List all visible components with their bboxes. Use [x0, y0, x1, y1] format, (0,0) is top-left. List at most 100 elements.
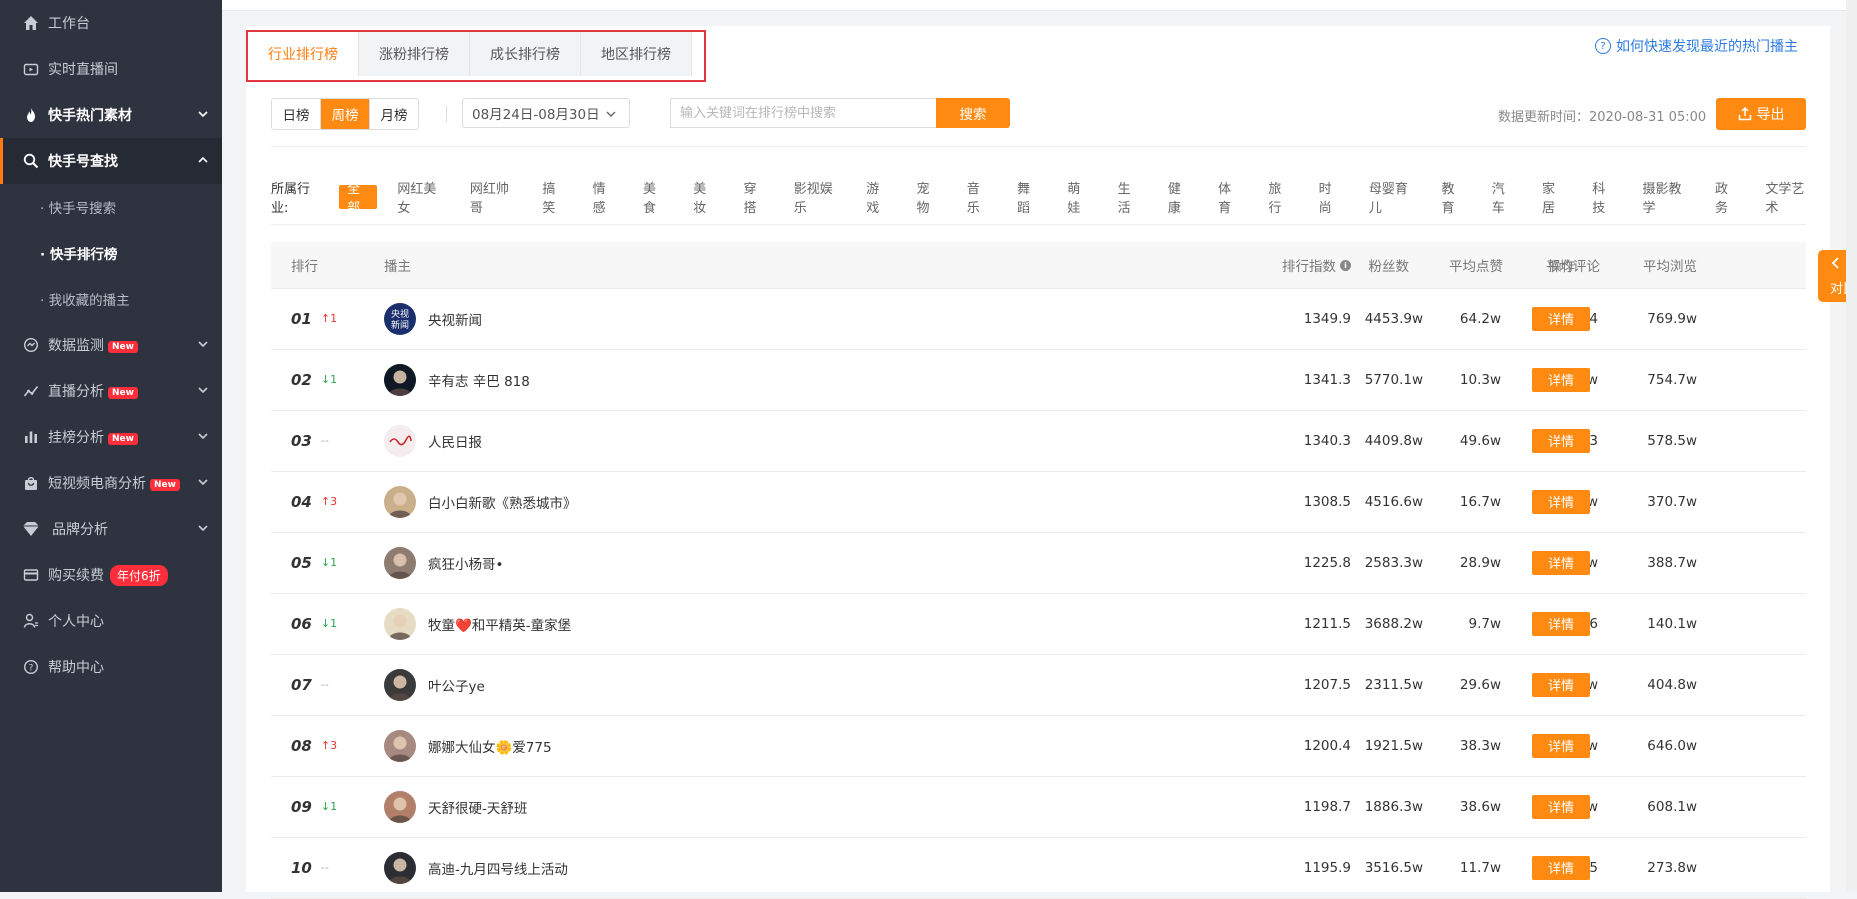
search-input[interactable]	[670, 98, 936, 128]
detail-button[interactable]: 详情	[1532, 428, 1590, 453]
avatar[interactable]: 央视 新闻	[384, 302, 416, 335]
detail-button[interactable]: 详情	[1532, 611, 1590, 636]
avatar[interactable]	[384, 485, 416, 518]
streamer-name[interactable]: 疯狂小杨哥•	[428, 553, 503, 573]
detail-button[interactable]: 详情	[1532, 733, 1590, 758]
sidebar-subitem-favorites[interactable]: · 我收藏的播主	[0, 276, 222, 322]
table-row: 08↑3娜娜大仙女🌼爱7751200.41921.5w38.3w9.3w646.…	[271, 715, 1806, 777]
streamer-cell[interactable]: 白小白新歌《熟悉城市》	[384, 471, 577, 532]
streamer-name[interactable]: 天舒很硬-天舒班	[428, 797, 527, 817]
industry-tag[interactable]: 时尚	[1311, 182, 1349, 216]
streamer-name[interactable]: 人民日报	[428, 431, 482, 451]
industry-tag[interactable]: 旅行	[1260, 182, 1298, 216]
industry-tag[interactable]: 音乐	[959, 182, 997, 216]
monitor-icon	[22, 336, 40, 354]
streamer-cell[interactable]: 娜娜大仙女🌼爱775	[384, 715, 552, 776]
streamer-cell[interactable]: 牧童❤️和平精英-童家堡	[384, 593, 571, 654]
industry-tag[interactable]: 汽车	[1484, 182, 1522, 216]
streamer-cell[interactable]: 高迪-九月四号线上活动	[384, 837, 568, 898]
streamer-cell[interactable]: 叶公子ye	[384, 654, 485, 715]
export-label: 导出	[1756, 107, 1785, 123]
industry-tag[interactable]: 游戏	[858, 182, 896, 216]
streamer-name[interactable]: 白小白新歌《熟悉城市》	[428, 492, 577, 512]
detail-button[interactable]: 详情	[1532, 855, 1590, 880]
tab-fans-growth[interactable]: 涨粉排行榜	[359, 32, 470, 76]
industry-tag[interactable]: 家居	[1534, 182, 1572, 216]
avatar[interactable]	[384, 607, 416, 640]
sidebar-subitem-account-search[interactable]: · 快手号搜索	[0, 184, 222, 230]
tab-region[interactable]: 地区排行榜	[581, 32, 692, 76]
period-weekly-button[interactable]: 周榜	[321, 99, 370, 129]
rank-trend: ↓1	[320, 556, 338, 569]
industry-tag[interactable]: 网红帅哥	[462, 182, 523, 216]
sidebar-item-live-analysis[interactable]: 直播分析 New	[0, 368, 222, 414]
industry-tag[interactable]: 科技	[1584, 182, 1622, 216]
rank-cell: 04 ↑3	[291, 471, 337, 532]
industry-tag[interactable]: 摄影教学	[1635, 182, 1696, 216]
sidebar-item-chart-analysis[interactable]: 挂榜分析 New	[0, 414, 222, 460]
detail-button[interactable]: 详情	[1532, 550, 1590, 575]
sidebar-subitem-rank[interactable]: · 快手排行榜	[0, 230, 222, 276]
streamer-cell[interactable]: 辛有志 辛巴 818	[384, 349, 530, 410]
detail-button[interactable]: 详情	[1532, 306, 1590, 331]
export-button[interactable]: 导出	[1716, 98, 1806, 130]
avatar[interactable]	[384, 424, 416, 457]
industry-tag[interactable]: 宠物	[909, 182, 947, 216]
industry-tag[interactable]: 生活	[1110, 182, 1148, 216]
industry-tag[interactable]: 全部	[339, 182, 378, 216]
sidebar-item-video-ecom[interactable]: 短视频电商分析 New	[0, 460, 222, 506]
avatar[interactable]	[384, 851, 416, 884]
sidebar-item-personal[interactable]: 个人中心	[0, 598, 222, 644]
sidebar-item-brand[interactable]: 品牌分析	[0, 506, 222, 552]
tab-industry[interactable]: 行业排行榜	[248, 32, 359, 76]
streamer-cell[interactable]: 疯狂小杨哥•	[384, 532, 503, 593]
sidebar-item-help[interactable]: ? 帮助中心	[0, 644, 222, 690]
industry-tag[interactable]: 美食	[635, 182, 673, 216]
industry-tag[interactable]: 教育	[1433, 182, 1471, 216]
streamer-name[interactable]: 牧童❤️和平精英-童家堡	[428, 614, 571, 634]
scrollbar[interactable]	[1846, 0, 1857, 892]
avatar[interactable]	[384, 729, 416, 762]
industry-tag[interactable]: 文学艺术	[1757, 182, 1818, 216]
avatar[interactable]	[384, 790, 416, 823]
sidebar-item-data-monitor[interactable]: 数据监测 New	[0, 322, 222, 368]
avatar[interactable]	[384, 363, 416, 396]
streamer-cell[interactable]: 央视 新闻 央视新闻	[384, 288, 482, 349]
streamer-name[interactable]: 央视新闻	[428, 309, 482, 329]
sidebar-item-live-room[interactable]: 实时直播间	[0, 46, 222, 92]
streamer-cell[interactable]: 天舒很硬-天舒班	[384, 776, 527, 837]
industry-tag[interactable]: 穿搭	[735, 182, 773, 216]
streamer-name[interactable]: 娜娜大仙女🌼爱775	[428, 736, 552, 756]
search-button[interactable]: 搜索	[936, 98, 1010, 128]
industry-tag[interactable]: 美妆	[685, 182, 723, 216]
detail-button[interactable]: 详情	[1532, 367, 1590, 392]
detail-button[interactable]: 详情	[1532, 794, 1590, 819]
period-daily-button[interactable]: 日榜	[272, 99, 321, 129]
industry-tag[interactable]: 体育	[1210, 182, 1248, 216]
detail-button[interactable]: 详情	[1532, 672, 1590, 697]
industry-tag[interactable]: 影视娱乐	[786, 182, 847, 216]
period-monthly-button[interactable]: 月榜	[370, 99, 418, 129]
date-range-select[interactable]: 08月24日-08月30日	[462, 98, 630, 128]
detail-button[interactable]: 详情	[1532, 489, 1590, 514]
industry-tag[interactable]: 舞蹈	[1009, 182, 1047, 216]
avatar[interactable]	[384, 668, 416, 701]
sidebar-item-hot-material[interactable]: 快手热门素材	[0, 92, 222, 138]
industry-tag[interactable]: 政务	[1707, 182, 1745, 216]
industry-tag[interactable]: 搞笑	[534, 182, 572, 216]
tab-growth[interactable]: 成长排行榜	[470, 32, 581, 76]
avatar[interactable]	[384, 546, 416, 579]
sidebar-item-purchase[interactable]: 购买续费 年付6折	[0, 552, 222, 598]
streamer-name[interactable]: 辛有志 辛巴 818	[428, 370, 530, 390]
streamer-cell[interactable]: 人民日报	[384, 410, 482, 471]
sidebar-item-workbench[interactable]: 工作台	[0, 0, 222, 46]
industry-tag[interactable]: 健康	[1160, 182, 1198, 216]
help-link[interactable]: ? 如何快速发现最近的热门播主	[1595, 36, 1798, 56]
streamer-name[interactable]: 叶公子ye	[428, 675, 485, 695]
industry-tag[interactable]: 萌娃	[1059, 182, 1097, 216]
industry-tag[interactable]: 情感	[585, 182, 623, 216]
industry-tag[interactable]: 网红美女	[389, 182, 450, 216]
industry-tag[interactable]: 母婴育儿	[1361, 182, 1422, 216]
streamer-name[interactable]: 高迪-九月四号线上活动	[428, 858, 568, 878]
sidebar-item-account-search[interactable]: 快手号查找	[0, 138, 222, 184]
